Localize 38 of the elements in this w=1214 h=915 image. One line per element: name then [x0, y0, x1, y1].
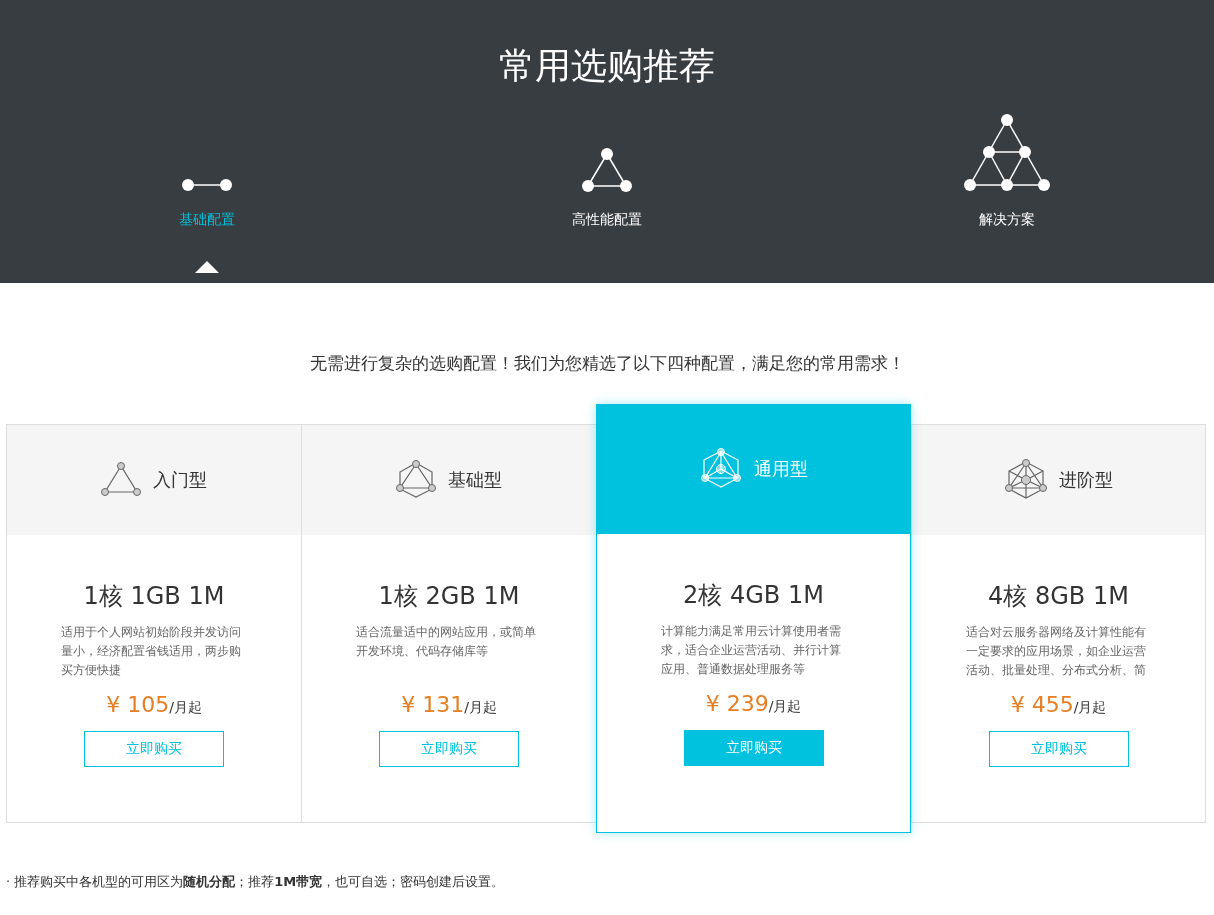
page-title: 常用选购推荐: [499, 44, 715, 88]
plan-spec: 1核 1GB 1M: [83, 581, 225, 611]
plan-spec: 4核 8GB 1M: [988, 581, 1129, 611]
category-tab[interactable]: 高性能配置: [407, 102, 807, 273]
plan-price: ¥ 239: [705, 691, 769, 716]
buy-button[interactable]: 立即购买: [84, 731, 224, 767]
crystal-icon: [1004, 459, 1047, 501]
plan-name: 基础型: [448, 468, 502, 492]
plan-name: 通用型: [753, 457, 808, 481]
plan-description: 适合对云服务器网络及计算性能有一定要求的应用场景，如企业运营活动、批量处理、分布式分析、简: [965, 624, 1147, 679]
plan-spec: 2核 4GB 1M: [683, 580, 824, 610]
buy-button[interactable]: 立即购买: [683, 730, 824, 766]
plan-name: 入门型: [153, 468, 207, 492]
category-tab[interactable]: 基础配置: [7, 102, 407, 273]
plan-price: ¥ 455: [1010, 692, 1074, 717]
footnote: · 推荐购买中各机型的可用区为随机分配；推荐1M带宽，也可自选；密码创建后设置。: [6, 873, 506, 891]
triangle-nodes-icon: [581, 147, 633, 193]
price-unit: /月起: [464, 699, 497, 717]
plan-price: ¥ 105: [106, 692, 170, 717]
tab-pointer-icon: [195, 261, 219, 273]
plan-spec: 1核 2GB 1M: [378, 581, 520, 611]
hexagon-triangle-icon: [396, 460, 436, 500]
price-unit: /月起: [1073, 699, 1107, 717]
triangle-icon: [101, 462, 141, 498]
plan-price: ¥ 131: [401, 692, 465, 717]
price-unit: /月起: [768, 698, 802, 716]
buy-button[interactable]: 立即购买: [988, 731, 1129, 767]
plan-description: 计算能力满足常用云计算使用者需求，适合企业运营活动、并行计算应用、普通数据处理服务等: [660, 623, 842, 678]
plan-description: 适合流量适中的网站应用，或简单开发环境、代码存储库等: [356, 624, 537, 660]
buy-button[interactable]: 立即购买: [379, 731, 519, 767]
two-nodes-icon: [181, 177, 233, 193]
plan-description: 适用于个人网站初始阶段并发访问量小，经济配置省钱适用，两步购买方便快捷: [61, 624, 242, 679]
plan-name: 进阶型: [1058, 468, 1113, 492]
pyramid-nodes-icon: [963, 113, 1051, 193]
price-unit: /月起: [169, 699, 202, 717]
hexagon-prism-icon: [699, 448, 742, 490]
category-tab[interactable]: 解决方案: [807, 102, 1207, 273]
intro-text: 无需进行复杂的选购配置！我们为您精选了以下四种配置，满足您的常用需求！: [308, 352, 906, 375]
